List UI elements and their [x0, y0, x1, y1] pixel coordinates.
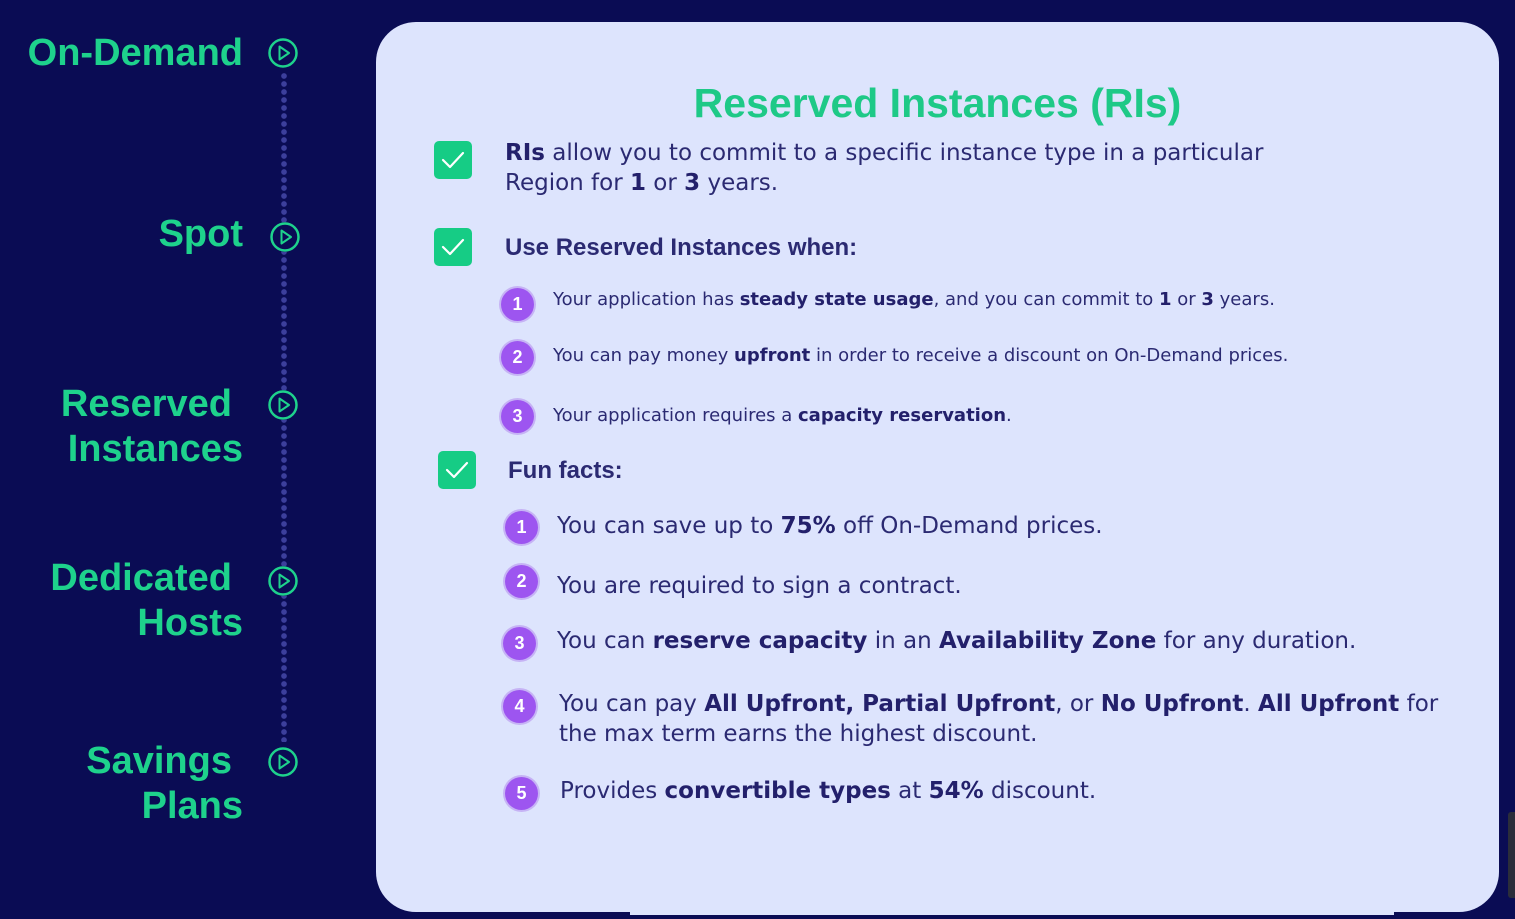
fun-item-2: You are required to sign a contract. — [557, 573, 962, 599]
card-bottom-edge — [630, 912, 1394, 915]
nav-label-plans[interactable]: Plans — [142, 784, 243, 829]
nav-label-hosts[interactable]: Hosts — [137, 601, 243, 646]
use-item-3: Your application requires a capacity res… — [553, 405, 1012, 426]
play-circle-icon[interactable] — [268, 566, 298, 596]
checkbox-checked-icon — [434, 141, 472, 179]
nav-label-savings[interactable]: Savings — [86, 739, 232, 784]
number-badge: 4 — [503, 690, 536, 723]
play-circle-icon[interactable] — [270, 222, 300, 252]
fun-item-3: You can reserve capacity in an Availabil… — [557, 628, 1357, 654]
play-circle-icon[interactable] — [268, 38, 298, 68]
intro-line-1: RIs allow you to commit to a specific in… — [505, 140, 1264, 166]
number-badge: 5 — [505, 777, 538, 810]
fun-item-5: Provides convertible types at 54% discou… — [560, 778, 1097, 804]
nav-label-dedicated[interactable]: Dedicated — [50, 556, 232, 601]
fun-item-1: You can save up to 75% off On-Demand pri… — [557, 513, 1103, 539]
use-item-1: Your application has steady state usage,… — [553, 289, 1275, 310]
intro-line-2: Region for 1 or 3 years. — [505, 170, 779, 196]
number-badge: 3 — [503, 627, 536, 660]
nav-label-on-demand[interactable]: On-Demand — [28, 31, 243, 76]
nav-label-reserved[interactable]: Reserved — [61, 382, 232, 427]
number-badge: 1 — [505, 511, 538, 544]
number-badge: 1 — [501, 288, 534, 321]
checkbox-checked-icon — [434, 228, 472, 266]
fun-heading: Fun facts: — [508, 457, 623, 484]
content-card: Reserved Instances (RIs) RIs allow you t… — [376, 22, 1499, 912]
use-item-2: You can pay money upfront in order to re… — [553, 345, 1289, 366]
play-circle-icon[interactable] — [268, 390, 298, 420]
fun-item-4-line-1: You can pay All Upfront, Partial Upfront… — [559, 691, 1439, 717]
number-badge: 3 — [501, 400, 534, 433]
number-badge: 2 — [501, 341, 534, 374]
play-circle-icon[interactable] — [268, 747, 298, 777]
use-heading: Use Reserved Instances when: — [505, 234, 858, 261]
fun-item-4-line-2: the max term earns the highest discount. — [559, 721, 1038, 747]
nav-label-spot[interactable]: Spot — [159, 212, 243, 257]
number-badge: 2 — [505, 565, 538, 598]
card-title: Reserved Instances (RIs) — [693, 80, 1182, 126]
scroll-handle[interactable] — [1508, 812, 1515, 898]
nav-label-instances[interactable]: Instances — [68, 427, 243, 472]
checkbox-checked-icon — [438, 451, 476, 489]
